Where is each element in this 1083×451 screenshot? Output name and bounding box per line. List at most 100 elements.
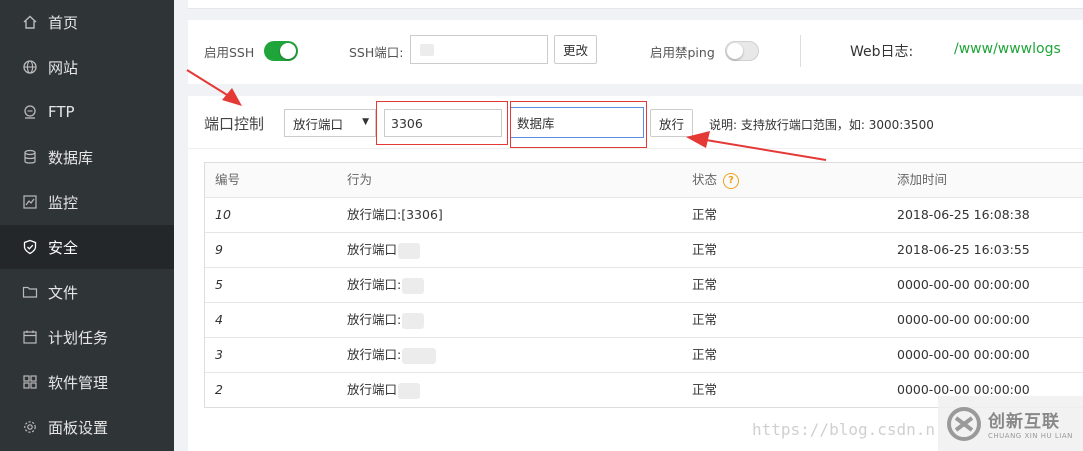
rule-action-cell: 放行端口: bbox=[347, 268, 425, 302]
redacted-mask bbox=[402, 347, 437, 364]
sidebar-item-cron[interactable]: 计划任务 bbox=[0, 315, 174, 359]
status-header-label: 状态 bbox=[692, 172, 718, 187]
monitor-icon bbox=[21, 193, 39, 211]
ssh-port-label: SSH端口: bbox=[349, 45, 404, 60]
sidebar-item-security[interactable]: 安全 bbox=[0, 225, 174, 269]
rule-time: 2018-06-25 16:08:38 bbox=[897, 207, 1030, 222]
rule-action: 放行端口:[3306] bbox=[347, 207, 443, 222]
sidebar-item-label: FTP bbox=[48, 103, 75, 121]
sidebar-item-label: 首页 bbox=[48, 13, 79, 32]
rule-status: 正常 bbox=[692, 382, 718, 397]
sidebar-item-home[interactable]: 首页 bbox=[0, 0, 174, 44]
ssh-enable-label: 启用SSH bbox=[204, 45, 255, 60]
sidebar-item-settings[interactable]: 面板设置 bbox=[0, 405, 174, 449]
gear-icon bbox=[21, 418, 39, 436]
sidebar-item-database[interactable]: 数据库 bbox=[0, 135, 174, 179]
sidebar-item-label: 计划任务 bbox=[48, 328, 109, 347]
main-content: 启用SSH SSH端口: 更改 启用禁ping Web日志: /www/wwwl… bbox=[174, 0, 1083, 451]
top-card bbox=[188, 0, 1083, 9]
port-action-select[interactable]: 放行端口 ▼ bbox=[284, 109, 376, 137]
rule-time: 0000-00-00 00:00:00 bbox=[897, 312, 1030, 327]
ssh-settings-card: 启用SSH SSH端口: 更改 启用禁ping Web日志: /www/wwwl… bbox=[188, 20, 1083, 84]
logo-text-en: CHUANG XIN HU LIAN bbox=[988, 432, 1073, 440]
redacted-mask bbox=[420, 44, 434, 56]
home-icon bbox=[21, 13, 39, 31]
logo-text-cn: 创新互联 bbox=[988, 412, 1060, 432]
rule-action-cell: 放行端口 bbox=[347, 233, 421, 267]
rule-action: 放行端口: bbox=[347, 312, 402, 327]
redacted-mask bbox=[402, 312, 425, 329]
sidebar-item-label: 面板设置 bbox=[48, 418, 109, 437]
sidebar: 首页 网站 FTP 数据库 监控 安全 文件 计划任务 软件管理 面板设置 bbox=[0, 0, 174, 451]
help-icon[interactable]: ? bbox=[723, 172, 740, 189]
port-description-input[interactable] bbox=[510, 107, 644, 138]
rule-id: 2 bbox=[215, 382, 223, 397]
table-row: 5 放行端口: 正常 0000-00-00 00:00:00 bbox=[205, 268, 1083, 303]
rule-status: 正常 bbox=[692, 312, 718, 327]
rule-action: 放行端口: bbox=[347, 347, 402, 362]
ping-disable-label: 启用禁ping bbox=[650, 45, 715, 60]
watermark-url: https://blog.csdn.n bbox=[752, 420, 936, 439]
sidebar-item-label: 数据库 bbox=[48, 148, 94, 167]
toggle-knob bbox=[727, 43, 743, 59]
sidebar-item-label: 软件管理 bbox=[48, 373, 109, 392]
rule-status: 正常 bbox=[692, 277, 718, 292]
table-row: 9 放行端口 正常 2018-06-25 16:03:55 bbox=[205, 233, 1083, 268]
caret-down-icon: ▼ bbox=[362, 117, 369, 127]
ping-disable-toggle[interactable] bbox=[725, 41, 759, 61]
rule-action-cell: 放行端口 bbox=[347, 373, 421, 407]
column-header: 行为 bbox=[347, 172, 373, 187]
folder-icon bbox=[21, 283, 39, 301]
column-header: 编号 bbox=[215, 172, 241, 187]
calendar-icon bbox=[21, 328, 39, 346]
port-range-hint: 说明: 支持放行端口范围，如: 3000:3500 bbox=[709, 118, 934, 132]
logo-mark-icon bbox=[947, 406, 981, 441]
allow-port-button[interactable]: 放行 bbox=[650, 109, 694, 137]
sidebar-item-websites[interactable]: 网站 bbox=[0, 45, 174, 89]
table-header-row: 编号 行为 状态? 添加时间 bbox=[205, 163, 1083, 198]
table-row: 4 放行端口: 正常 0000-00-00 00:00:00 bbox=[205, 303, 1083, 338]
ftp-icon bbox=[21, 103, 39, 121]
sidebar-item-files[interactable]: 文件 bbox=[0, 270, 174, 314]
toggle-knob bbox=[280, 43, 296, 59]
sidebar-item-software[interactable]: 软件管理 bbox=[0, 360, 174, 404]
rule-time: 0000-00-00 00:00:00 bbox=[897, 347, 1030, 362]
sidebar-item-monitor[interactable]: 监控 bbox=[0, 180, 174, 224]
rule-action: 放行端口 bbox=[347, 382, 398, 397]
column-header: 状态? bbox=[692, 163, 740, 197]
rule-status: 正常 bbox=[692, 347, 718, 362]
change-port-button[interactable]: 更改 bbox=[554, 35, 598, 64]
ssh-enable-toggle[interactable] bbox=[264, 41, 298, 61]
globe-icon bbox=[21, 58, 39, 76]
rule-action: 放行端口: bbox=[347, 277, 402, 292]
rule-action-cell: 放行端口: bbox=[347, 338, 437, 372]
database-icon bbox=[21, 148, 39, 166]
rule-status: 正常 bbox=[692, 207, 718, 222]
sidebar-item-label: 安全 bbox=[48, 238, 79, 257]
rule-time: 2018-06-25 16:03:55 bbox=[897, 242, 1030, 257]
divider bbox=[800, 35, 801, 67]
sidebar-item-label: 监控 bbox=[48, 193, 79, 212]
sidebar-item-ftp[interactable]: FTP bbox=[0, 90, 174, 134]
column-header: 添加时间 bbox=[897, 172, 948, 187]
redacted-mask bbox=[398, 382, 421, 399]
rule-time: 0000-00-00 00:00:00 bbox=[897, 277, 1030, 292]
port-input[interactable] bbox=[384, 109, 502, 137]
rule-action-cell: 放行端口: bbox=[347, 303, 425, 337]
divider bbox=[188, 148, 1083, 149]
rule-action: 放行端口 bbox=[347, 242, 398, 257]
rule-id: 4 bbox=[215, 312, 223, 327]
weblog-label: Web日志: bbox=[850, 44, 914, 60]
sidebar-item-label: 网站 bbox=[48, 58, 79, 77]
redacted-mask bbox=[398, 242, 421, 259]
table-row: 10 放行端口:[3306] 正常 2018-06-25 16:08:38 bbox=[205, 198, 1083, 233]
sidebar-item-label: 文件 bbox=[48, 283, 79, 302]
weblog-path-link[interactable]: /www/wwwlogs bbox=[954, 41, 1061, 57]
firewall-rules-table: 编号 行为 状态? 添加时间 10 放行端口:[3306] 正常 2018-06… bbox=[204, 162, 1083, 408]
rule-status: 正常 bbox=[692, 242, 718, 257]
port-control-title: 端口控制 bbox=[204, 115, 265, 133]
select-value: 放行端口 bbox=[293, 116, 344, 132]
brand-logo: 创新互联 CHUANG XIN HU LIAN bbox=[938, 396, 1083, 451]
apps-icon bbox=[21, 373, 39, 391]
rule-id: 5 bbox=[215, 277, 223, 292]
